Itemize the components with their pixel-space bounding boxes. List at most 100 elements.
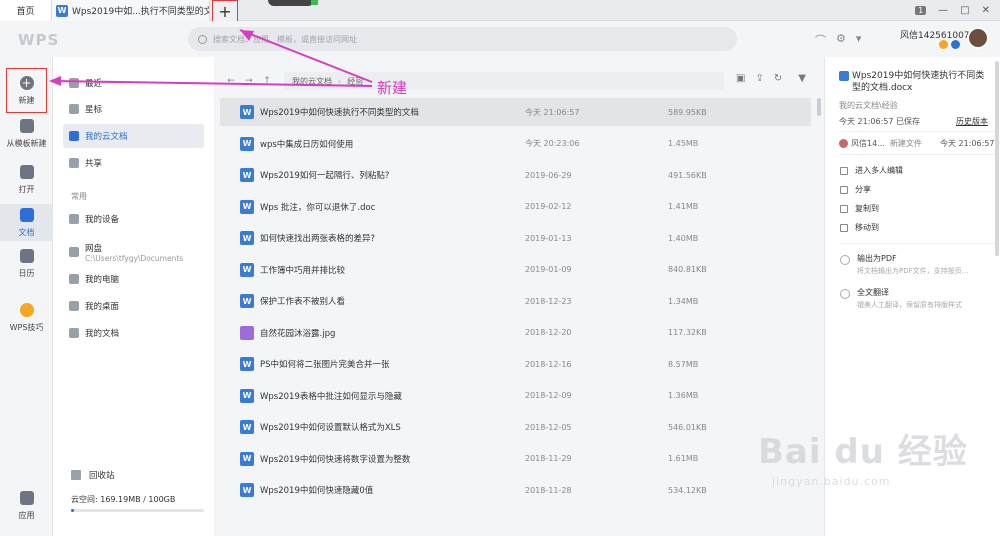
new-tab-button[interactable]: +: [212, 0, 238, 23]
nav-template-new[interactable]: 从模板新建: [0, 119, 53, 149]
headset-icon[interactable]: ⌒: [815, 32, 826, 48]
file-size: 840.81KB: [668, 265, 707, 274]
table-row[interactable]: W Wps2019如何一起隔行、列粘贴? 2019-06-29 491.56KB: [220, 161, 811, 189]
table-row[interactable]: Wwps中集成日历如何使用 今天 20:23:06 1.45MB: [220, 130, 811, 158]
minimize-icon[interactable]: —: [938, 5, 948, 16]
scrollbar[interactable]: [995, 61, 999, 256]
action-move[interactable]: 移动到: [840, 222, 879, 233]
service-title: 输出为PDF: [857, 254, 897, 263]
file-date: 2018-12-20: [525, 328, 572, 337]
table-row[interactable]: W Wps 批注，你可以退休了.doc 2019-02-12 1.41MB: [220, 193, 811, 221]
file-size: 1.45MB: [668, 139, 699, 148]
table-row[interactable]: W 工作簿中巧用并排比较 2019-01-09 840.81KB: [220, 256, 811, 284]
close-window-icon[interactable]: ✕: [982, 5, 990, 16]
table-row[interactable]: W Wps2019表格中批注如何显示与隐藏 2018-12-09 1.36MB: [220, 382, 811, 410]
tab-document[interactable]: W Wps2019中如...执行不同类型的文档 ●: [52, 0, 210, 21]
file-name: 自然花园沐浴露.jpg: [260, 328, 336, 339]
sidebar-item-recycle[interactable]: 回收站: [71, 469, 115, 481]
sidebar-starred-label: 星标: [85, 105, 103, 115]
computer-icon: [69, 274, 79, 284]
history-version-link[interactable]: 历史版本: [956, 116, 988, 127]
word-doc-icon: [839, 71, 849, 81]
template-icon: [19, 119, 34, 133]
word-doc-icon: W: [240, 357, 254, 371]
sidebar-item-mydocs[interactable]: 我的文档: [63, 321, 204, 345]
action-copy[interactable]: 复制到: [840, 203, 879, 214]
table-row[interactable]: W Wps2019中如何设置默认格式为XLS 2018-12-05 546.01KB: [220, 413, 811, 441]
quota-bar: [71, 509, 204, 512]
up-icon[interactable]: ↑: [260, 76, 274, 86]
floating-avatar-icon: [268, 0, 314, 6]
nav-new[interactable]: + 新建: [6, 68, 47, 113]
avatar[interactable]: [967, 27, 989, 49]
gear-icon[interactable]: ⚙: [836, 32, 846, 48]
user-badges: [939, 40, 960, 49]
service-title: 全文翻译: [857, 288, 889, 297]
service-pdf[interactable]: 输出为PDF 将文档输出为PDF文件，支持按页...: [840, 253, 968, 276]
tips-icon: [19, 303, 34, 317]
sidebar-item-devices[interactable]: 我的设备: [63, 207, 204, 231]
maximize-icon[interactable]: □: [960, 5, 969, 16]
sidebar-item-netdisk[interactable]: 网盘 C:\Users\tfygy\Documents: [63, 236, 204, 268]
sidebar-item-recent[interactable]: 最近: [63, 71, 204, 95]
user-name[interactable]: 风信1425610076: [900, 28, 975, 41]
translate-icon: [840, 289, 850, 299]
nav-apps[interactable]: 应用: [0, 491, 53, 521]
file-date: 2018-12-23: [525, 296, 572, 306]
breadcrumb-root[interactable]: 我的云文档: [292, 76, 332, 87]
upload-icon[interactable]: ⇪: [755, 73, 763, 84]
notification-count[interactable]: 1: [915, 6, 927, 15]
table-row[interactable]: 自然花园沐浴露.jpg 2018-12-20 117.32KB: [220, 319, 811, 347]
forward-icon[interactable]: →: [242, 76, 256, 86]
action-share[interactable]: 分享: [840, 184, 871, 195]
breadcrumb-current[interactable]: 经验: [347, 76, 363, 87]
sidebar-item-computer[interactable]: 我的电脑: [63, 267, 204, 291]
folder-icon: [69, 247, 79, 257]
sidebar-item-desktop[interactable]: 我的桌面: [63, 294, 204, 318]
table-row[interactable]: W 如何快速找出两张表格的差异? 2019-01-13 1.40MB: [220, 224, 811, 252]
table-row[interactable]: W Wps2019中如何快速执行不同类型的文档 今天 21:06:57 589.95K…: [220, 98, 811, 126]
nav-template-label: 从模板新建: [6, 139, 47, 148]
divider: [839, 131, 995, 132]
sidebar-item-cloud[interactable]: 我的云文档: [63, 124, 204, 148]
details-time: 今天 21:06:57 已保存: [839, 116, 920, 127]
nav-open[interactable]: 打开: [0, 165, 53, 195]
divider: [839, 243, 995, 244]
watermark-sub: jingyan.baidu.com: [772, 475, 891, 488]
word-doc-icon: W: [240, 483, 254, 497]
sidebar-cloud-label: 我的云文档: [85, 132, 128, 142]
tab-home[interactable]: 首页: [0, 0, 52, 21]
file-date: 2019-02-12: [525, 202, 572, 211]
search-input[interactable]: 搜索文档、应用、模板，或直接访问网址: [188, 27, 737, 51]
skin-icon[interactable]: ▾: [856, 32, 862, 48]
avatar: [839, 139, 848, 148]
file-size: 1.41MB: [668, 202, 699, 211]
sidebar-item-shared[interactable]: 共享: [63, 151, 204, 175]
sidebar-devices-label: 我的设备: [85, 215, 120, 225]
back-icon[interactable]: ←: [224, 76, 238, 86]
nav-calendar[interactable]: 日历: [0, 249, 53, 279]
main-panel: ← → ↑ 我的云文档 › 经验 ▣ ⇪ ↻ ▼ W Wps2019中如何快速执行…: [214, 57, 824, 536]
filter-icon[interactable]: ▼: [798, 73, 806, 84]
table-row[interactable]: W Wps2019中如何快速隐藏0值 2018-11-28 534.12KB: [220, 476, 811, 504]
table-row[interactable]: W Wps2019中如何快速将数字设置为整数 2018-11-29 1.61MB: [220, 445, 811, 473]
sidebar-item-starred[interactable]: 星标: [63, 97, 204, 121]
table-row[interactable]: W 保护工作表不被别人看 2018-12-23 1.34MB: [220, 287, 811, 315]
location-sidebar: 最近 星标 我的云文档 共享 常用 ⋮ 我的设备 网盘C:\Users\tfyg…: [53, 57, 251, 536]
nav-docs[interactable]: 文档: [0, 204, 53, 241]
action-collab[interactable]: 进入多人编辑: [840, 165, 903, 176]
table-row[interactable]: W PS中如何将二张图片完美合并一张 2018-12-16 8.57MB: [220, 350, 811, 378]
apps-grid-icon: [19, 491, 34, 505]
new-folder-icon[interactable]: ▣: [736, 73, 745, 84]
scrollbar[interactable]: [817, 98, 821, 116]
service-translate[interactable]: 全文翻译 媲美人工翻译，保留原有排版样式: [840, 287, 962, 310]
file-size: 1.40MB: [668, 233, 699, 243]
tab-home-label: 首页: [16, 7, 35, 17]
wps-logo: WPS: [18, 31, 60, 49]
word-doc-icon: W: [240, 199, 254, 214]
refresh-icon[interactable]: ↻: [774, 73, 782, 84]
chevron-right-icon: ›: [338, 76, 342, 86]
nav-tips[interactable]: WPS技巧: [0, 303, 53, 333]
tab-document-label: Wps2019中如...执行不同类型的文档: [72, 7, 210, 17]
window-controls: 1 — □ ✕: [915, 0, 1000, 21]
